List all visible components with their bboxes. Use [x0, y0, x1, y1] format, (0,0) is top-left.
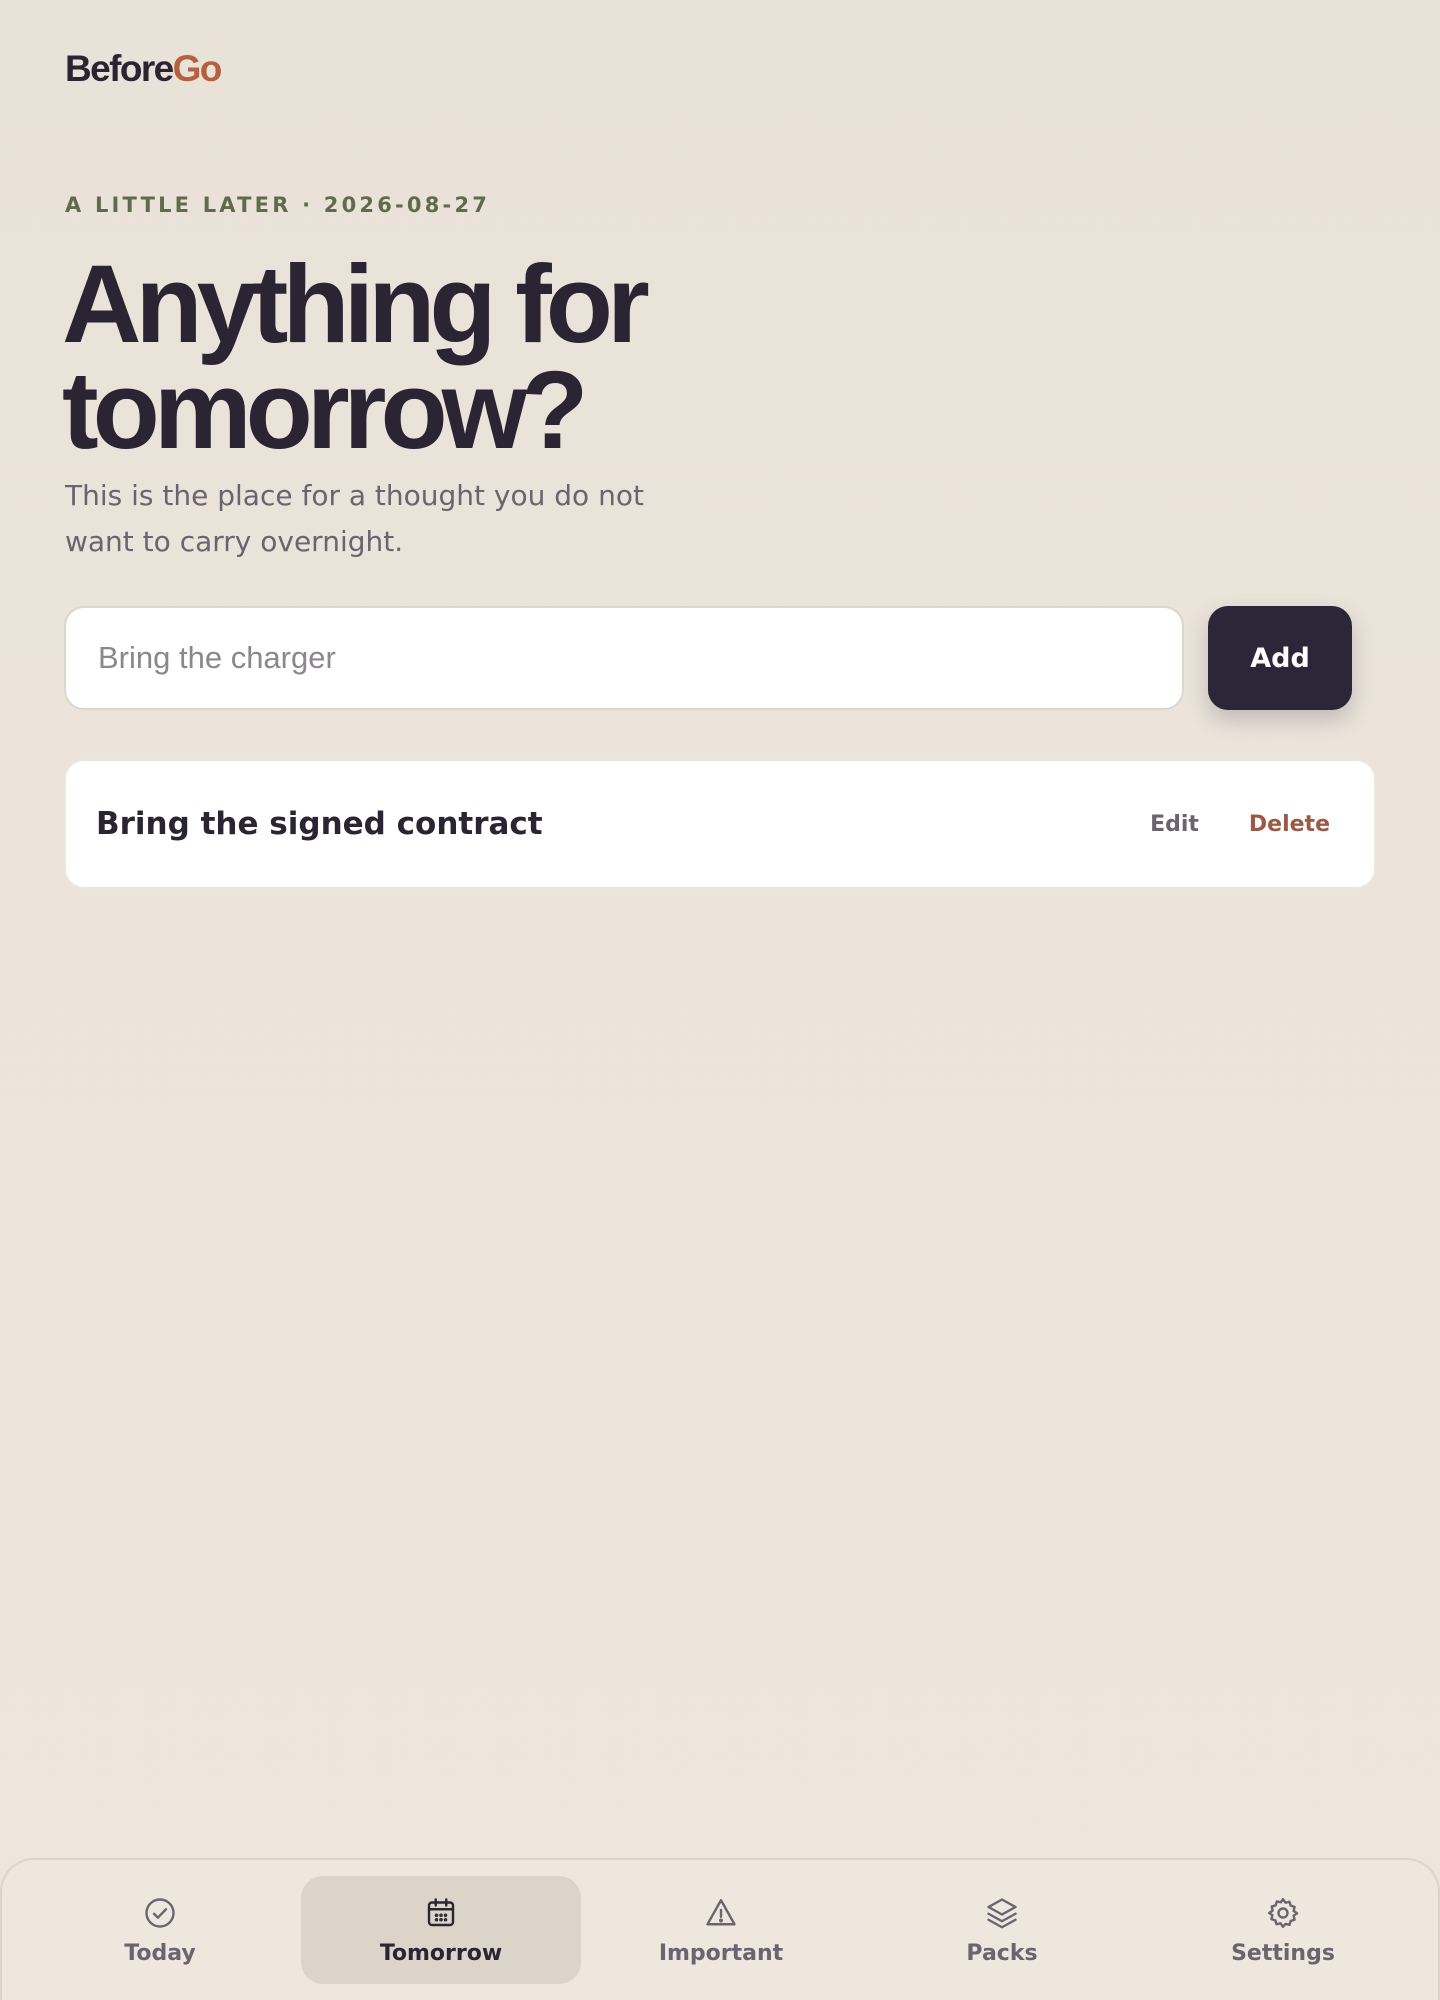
new-item-input[interactable]: [64, 606, 1184, 710]
nav-item-important[interactable]: Important: [581, 1876, 861, 1984]
warning-icon: [703, 1895, 739, 1931]
item-text: Bring the signed contract: [96, 806, 543, 842]
logo-part-1: Before: [65, 48, 174, 89]
page-eyebrow: A LITTLE LATER · 2026-08-27: [65, 193, 491, 217]
page-title: Anything for tomorrow?: [62, 250, 782, 466]
logo-part-2: Go: [172, 48, 223, 89]
nav-item-settings[interactable]: Settings: [1143, 1876, 1423, 1984]
nav-label-settings: Settings: [1231, 1940, 1335, 1966]
check-circle-icon: [142, 1895, 178, 1931]
nav-label-packs: Packs: [966, 1940, 1038, 1966]
app-logo: BeforeGo: [65, 48, 223, 90]
nav-item-tomorrow[interactable]: Tomorrow: [301, 1876, 581, 1984]
nav-label-today: Today: [124, 1940, 196, 1966]
bottom-nav: Today Tomorrow Important Packs Settings: [0, 1858, 1440, 2000]
nav-item-today[interactable]: Today: [20, 1876, 300, 1984]
list-item: Bring the signed contract Edit Delete: [64, 759, 1376, 889]
page-title-line-1: Anything for: [62, 243, 650, 366]
nav-item-packs[interactable]: Packs: [862, 1876, 1142, 1984]
gear-icon: [1265, 1895, 1301, 1931]
page-subtitle: This is the place for a thought you do n…: [65, 479, 644, 558]
layers-icon: [984, 1895, 1020, 1931]
delete-button[interactable]: Delete: [1249, 812, 1330, 837]
page-title-line-2: tomorrow?: [62, 349, 588, 472]
nav-label-important: Important: [658, 1940, 784, 1966]
edit-button[interactable]: Edit: [1150, 812, 1199, 837]
calendar-icon: [423, 1895, 459, 1931]
add-button[interactable]: Add: [1208, 606, 1352, 710]
nav-label-tomorrow: Tomorrow: [379, 1940, 503, 1966]
